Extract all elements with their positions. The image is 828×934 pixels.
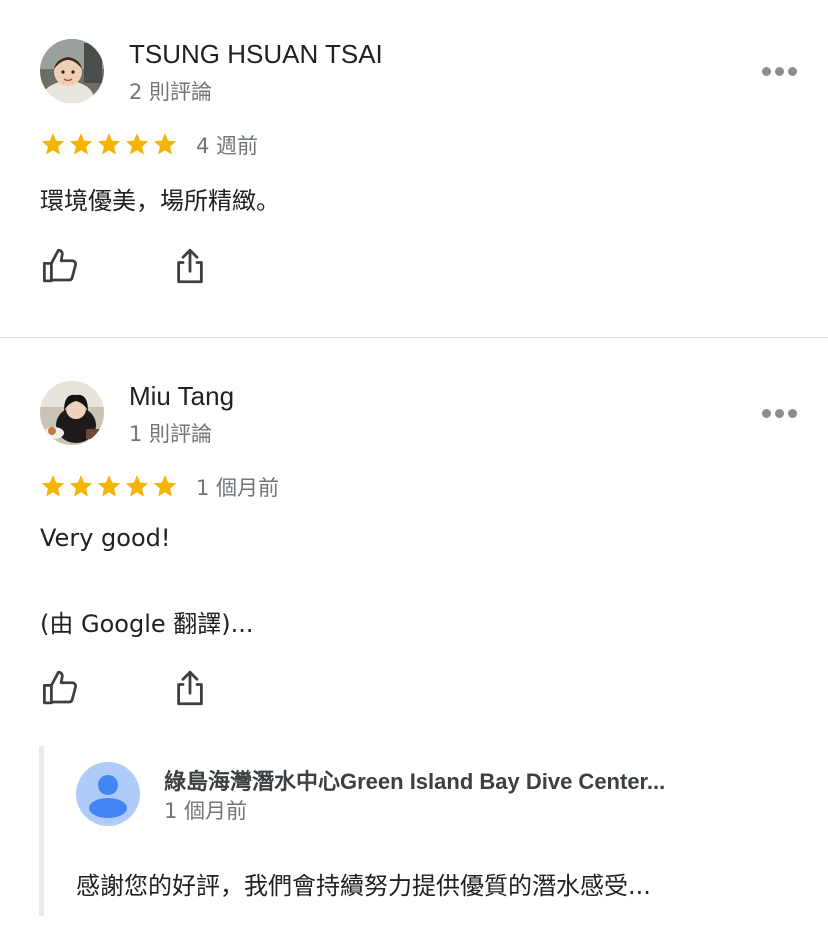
reviewer-name[interactable]: TSUNG HSUAN TSAI (129, 39, 383, 70)
owner-avatar[interactable] (76, 762, 140, 826)
review-time: 4 週前 (196, 134, 259, 158)
star-icon (68, 131, 94, 157)
more-options-icon[interactable] (762, 63, 798, 79)
star-icon (152, 473, 178, 499)
translated-by-google-link[interactable]: (由 Google 翻譯)... (40, 604, 254, 639)
share-icon[interactable] (169, 667, 211, 709)
reviewer-review-count[interactable]: 1 則評論 (129, 418, 212, 448)
star-icon (152, 131, 178, 157)
star-icon (96, 131, 122, 157)
star-icon (124, 131, 150, 157)
owner-reply-indicator (39, 746, 44, 916)
review-text: 環境優美，場所精緻。 (40, 187, 280, 215)
star-icon (40, 131, 66, 157)
share-icon[interactable] (169, 245, 211, 287)
review-text: Very good! (40, 524, 171, 552)
reviewer-avatar[interactable] (40, 39, 104, 103)
rating-stars (40, 472, 180, 500)
thumbs-up-icon[interactable] (40, 245, 82, 287)
reviewer-name[interactable]: Miu Tang (129, 381, 234, 412)
review-card: TSUNG HSUAN TSAI 2 則評論 4 週前 環境優美，場所精緻。 (0, 0, 828, 337)
review-time: 1 個月前 (196, 476, 280, 500)
owner-reply-text: 感謝您的好評，我們會持續努力提供優質的潛水感受... (76, 872, 651, 900)
star-icon (68, 473, 94, 499)
reviewer-avatar[interactable] (40, 381, 104, 445)
star-icon (40, 473, 66, 499)
thumbs-up-icon[interactable] (40, 667, 82, 709)
more-options-icon[interactable] (762, 405, 798, 421)
star-icon (124, 473, 150, 499)
rating-stars (40, 130, 180, 158)
review-card: Miu Tang 1 則評論 1 個月前 Very good! (由 Googl… (0, 338, 828, 934)
owner-reply-time: 1 個月前 (164, 799, 248, 823)
owner-name[interactable]: 綠島海灣潛水中心Green Island Bay Dive Center... (164, 764, 665, 796)
reviewer-review-count[interactable]: 2 則評論 (129, 76, 212, 106)
star-icon (96, 473, 122, 499)
